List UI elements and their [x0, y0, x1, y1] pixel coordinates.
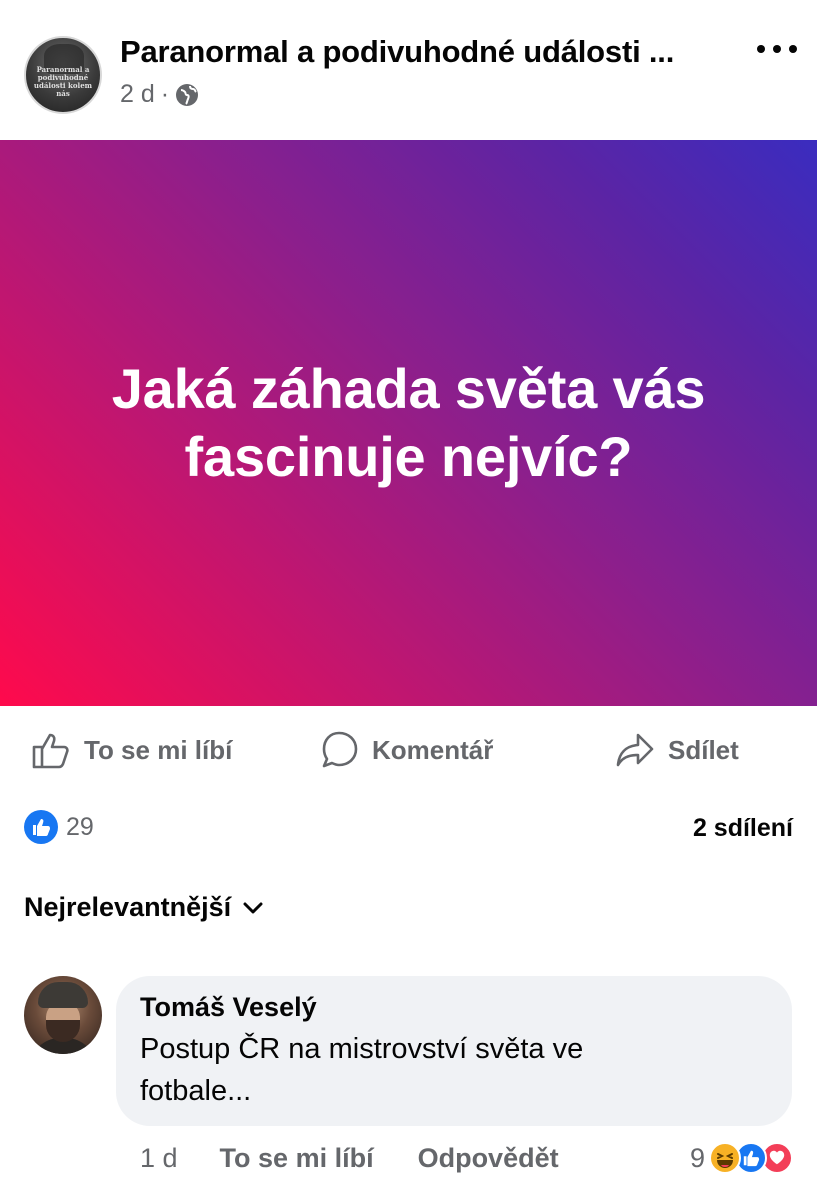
- like-count[interactable]: 29: [24, 810, 94, 844]
- chevron-down-icon: [243, 902, 263, 913]
- comment-reply-button[interactable]: Odpovědět: [418, 1143, 559, 1174]
- comment-reactions[interactable]: 9: [690, 1138, 793, 1178]
- post-image[interactable]: Jaká záhada světa vás fascinuje nejvíc?: [0, 140, 817, 706]
- globe-icon: [176, 83, 199, 106]
- comment-button[interactable]: Komentář: [318, 722, 493, 778]
- share-count[interactable]: 2 sdílení: [693, 814, 793, 843]
- comment-text: Postup ČR na mistrovství světa ve fotbal…: [140, 1033, 584, 1107]
- post-time[interactable]: 2 d: [120, 80, 155, 109]
- comment-author[interactable]: Tomáš Veselý: [140, 990, 768, 1024]
- like-button-label: To se mi líbí: [84, 734, 233, 765]
- comment-button-label: Komentář: [372, 734, 494, 765]
- post-stats: 29 2 sdílení: [24, 806, 793, 846]
- share-button-label: Sdílet: [668, 734, 739, 765]
- comment-sort-dropdown[interactable]: Nejrelevantnější: [24, 892, 265, 923]
- commenter-avatar[interactable]: [24, 976, 102, 1054]
- comment-sort-label: Nejrelevantnější: [24, 892, 232, 922]
- comment-like-button[interactable]: To se mi líbí: [220, 1143, 374, 1174]
- more-options-icon[interactable]: [757, 34, 797, 64]
- post-image-text: Jaká záhada světa vás fascinuje nejvíc?: [111, 357, 706, 488]
- haha-icon: [709, 1142, 741, 1174]
- post-meta: 2 d ·: [120, 80, 199, 109]
- thumbs-up-icon: [32, 733, 69, 769]
- page-name[interactable]: Paranormal a podivuhodné události ...: [120, 34, 674, 70]
- like-button[interactable]: To se mi líbí: [30, 722, 232, 778]
- comment-footer: 1 d To se mi líbí Odpovědět 9: [140, 1138, 793, 1178]
- like-reaction-icon: [24, 810, 58, 844]
- comment-icon: [322, 731, 358, 768]
- avatar-text: Paranormal a podivuhodné události kolem …: [33, 65, 93, 98]
- avatar-cap: [38, 982, 88, 1008]
- post-actions: To se mi líbí Komentář Sdílet: [0, 722, 817, 782]
- meta-separator: ·: [160, 80, 170, 108]
- comment-reaction-count: 9: [689, 1142, 705, 1173]
- share-icon: [616, 733, 654, 767]
- like-count-number: 29: [66, 812, 94, 841]
- post-header: Paranormal a podivuhodné události kolem …: [0, 0, 817, 140]
- page-avatar[interactable]: Paranormal a podivuhodné události kolem …: [24, 36, 102, 114]
- comment-bubble: Tomáš Veselý Postup ČR na mistrovství sv…: [116, 976, 792, 1126]
- share-button[interactable]: Sdílet: [614, 722, 739, 778]
- comment-time[interactable]: 1 d: [140, 1143, 178, 1174]
